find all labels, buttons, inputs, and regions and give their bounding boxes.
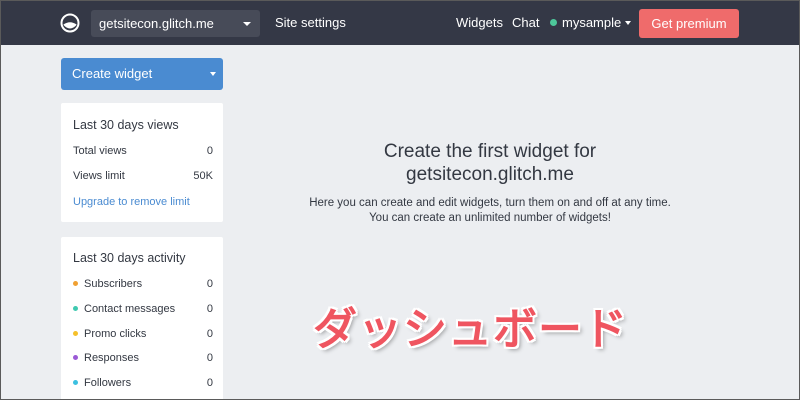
activity-row: Subscribers 0: [73, 278, 213, 290]
bullet-icon: [73, 305, 78, 311]
card-title: Last 30 days views: [73, 118, 179, 132]
activity-row: Contact messages 0: [73, 303, 213, 315]
bullet-icon: [73, 280, 78, 286]
online-status-dot: [550, 19, 557, 27]
empty-state-title-line: Create the first widget for: [383, 141, 597, 162]
site-selector-label: getsitecon.glitch.me: [99, 16, 214, 31]
top-navbar: getsitecon.glitch.me Site settings Widge…: [1, 1, 799, 45]
activity-value: 0: [206, 377, 213, 389]
activity-row: Followers 0: [73, 377, 213, 389]
stat-row: Total views 0: [73, 145, 213, 157]
widgets-link[interactable]: Widgets: [456, 1, 503, 45]
app-window: getsitecon.glitch.me Site settings Widge…: [1, 1, 799, 399]
bullet-icon: [73, 330, 78, 336]
activity-label: Followers: [84, 377, 132, 389]
empty-state-title: Create the first widget for getsitecon.g…: [241, 140, 739, 186]
bullet-icon: [73, 354, 78, 360]
site-settings-link[interactable]: Site settings: [275, 1, 346, 45]
get-premium-button[interactable]: Get premium: [639, 9, 739, 38]
stat-value: 50K: [193, 170, 213, 182]
empty-state-description-line: Here you can create and edit widgets, tu…: [309, 197, 671, 209]
empty-state-title-line: getsitecon.glitch.me: [406, 164, 574, 185]
upgrade-link[interactable]: Upgrade to remove limit: [73, 196, 190, 208]
chevron-down-icon: [243, 22, 251, 26]
site-selector[interactable]: getsitecon.glitch.me: [91, 10, 260, 37]
card-title: Last 30 days activity: [73, 251, 186, 265]
activity-label: Subscribers: [84, 278, 143, 290]
stat-value: 0: [206, 145, 213, 157]
chat-link[interactable]: Chat: [512, 1, 539, 45]
create-widget-button[interactable]: Create widget: [61, 58, 223, 90]
activity-value: 0: [206, 352, 213, 364]
activity-label: Contact messages: [84, 303, 176, 315]
chevron-down-icon: [210, 72, 216, 76]
stat-label: Views limit: [73, 170, 125, 182]
stat-row: Views limit 50K: [73, 170, 213, 182]
activity-value: 0: [206, 328, 213, 340]
empty-state-description-line: You can create an unlimited number of wi…: [369, 212, 611, 224]
chevron-down-icon: [625, 20, 632, 25]
create-widget-label: Create widget: [72, 66, 153, 81]
activity-label: Responses: [84, 352, 140, 364]
user-menu[interactable]: mysample: [550, 1, 632, 45]
empty-state-description: Here you can create and edit widgets, tu…: [241, 196, 739, 226]
views-card: Last 30 days views Total views 0 Views l…: [61, 103, 223, 222]
bullet-icon: [73, 379, 78, 385]
activity-value: 0: [206, 303, 213, 315]
dashboard-caption: ダッシュボード: [313, 304, 628, 355]
activity-value: 0: [206, 278, 213, 290]
activity-row: Responses 0: [73, 352, 213, 364]
user-name: mysample: [562, 15, 622, 30]
logo-icon[interactable]: [60, 13, 80, 33]
activity-row: Promo clicks 0: [73, 328, 213, 340]
activity-label: Promo clicks: [84, 328, 147, 340]
activity-card: Last 30 days activity Subscribers 0 Cont…: [61, 237, 223, 399]
stat-label: Total views: [73, 145, 127, 157]
